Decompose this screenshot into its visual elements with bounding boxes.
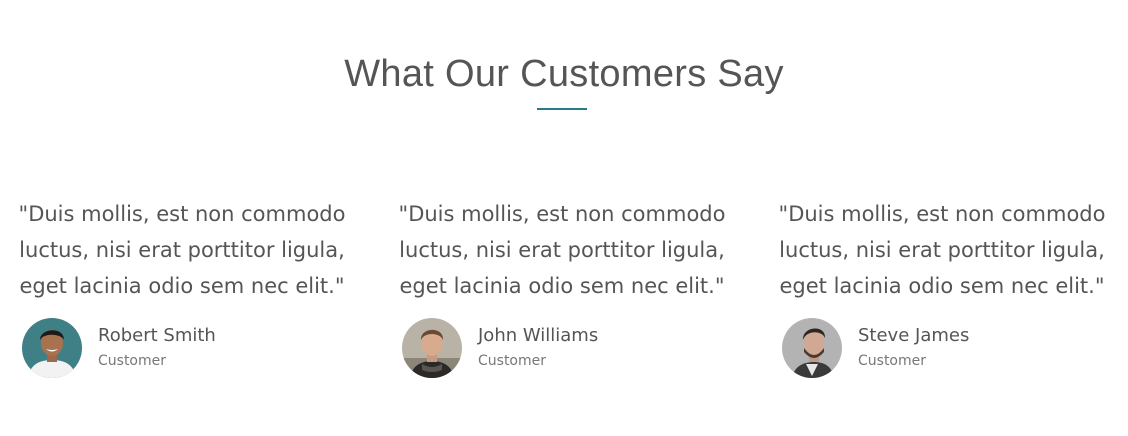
author-role: Customer <box>858 353 927 369</box>
testimonial-author: Robert Smith Customer <box>22 318 342 378</box>
testimonials-row: "Duis mollis, est non commodo luctus, ni… <box>0 196 1128 396</box>
testimonial-author: Steve James Customer <box>782 318 1102 378</box>
testimonial-card: "Duis mollis, est non commodo luctus, ni… <box>392 196 732 378</box>
testimonial-quote: "Duis mollis, est non commodo luctus, ni… <box>778 202 1106 298</box>
testimonial-quote: "Duis mollis, est non commodo luctus, ni… <box>18 202 346 298</box>
section-title: What Our Customers Say <box>344 53 784 95</box>
author-role: Customer <box>98 353 167 369</box>
author-name: John Williams <box>478 325 599 346</box>
author-role: Customer <box>478 353 547 369</box>
title-divider <box>537 108 587 110</box>
author-name: Robert Smith <box>98 325 216 346</box>
person-avatar-icon <box>22 318 82 378</box>
testimonial-quote: "Duis mollis, est non commodo luctus, ni… <box>398 202 726 298</box>
testimonial-card: "Duis mollis, est non commodo luctus, ni… <box>12 196 352 378</box>
testimonial-card: "Duis mollis, est non commodo luctus, ni… <box>772 196 1112 378</box>
person-avatar-icon <box>782 318 842 378</box>
author-name: Steve James <box>858 325 970 346</box>
testimonial-author: John Williams Customer <box>402 318 722 378</box>
person-avatar-icon <box>402 318 462 378</box>
